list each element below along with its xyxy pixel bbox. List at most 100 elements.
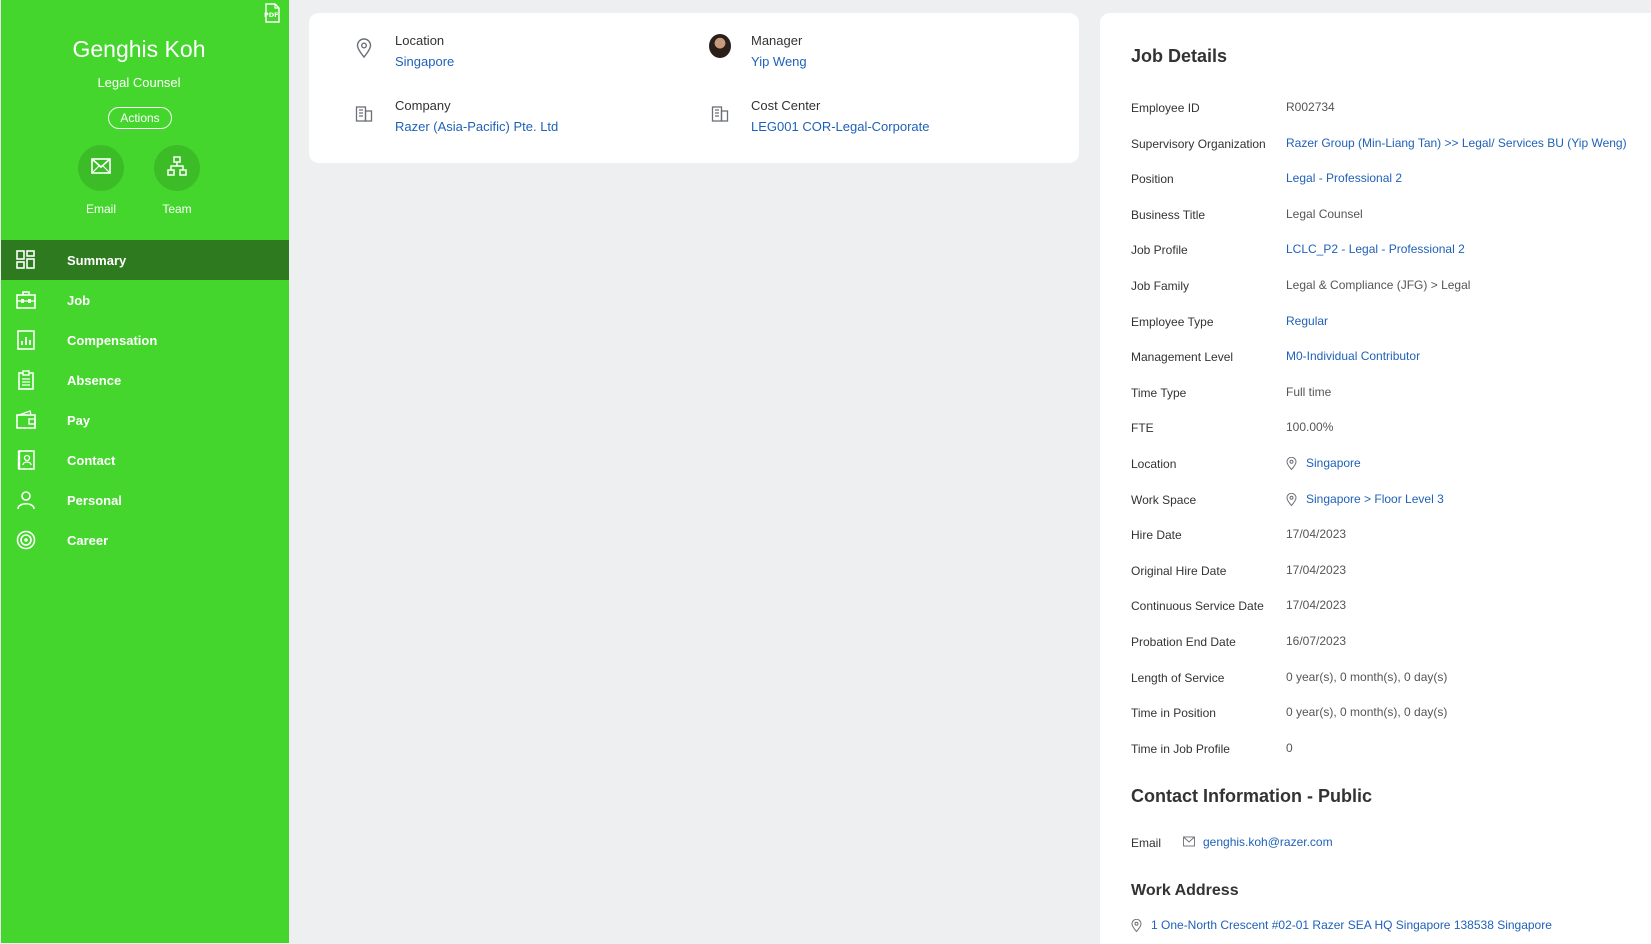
summary-cost-center: Cost Center LEG001 COR-Legal-Corporate [709,98,929,135]
sidebar-item-label: Compensation [67,332,158,348]
detail-value-link[interactable]: Legal - Professional 2 [1286,171,1402,185]
detail-row: Business Title Legal Counsel [1131,207,1651,226]
contact-email-label: Email [1131,836,1162,850]
sidebar-item-job[interactable]: Job [1,280,289,320]
detail-value: Full time [1286,385,1331,399]
sidebar-item-contact[interactable]: Contact [1,440,289,480]
detail-value: Legal & Compliance (JFG) > Legal [1286,278,1470,292]
detail-value-text: Singapore [1306,456,1361,470]
dashboard-grid-icon [15,249,37,271]
contact-email-value: genghis.koh@razer.com [1203,835,1333,849]
summary-manager-link[interactable]: Yip Weng [751,54,807,70]
work-address-row: 1 One-North Crescent #02-01 Razer SEA HQ… [1131,918,1651,937]
detail-value-link[interactable]: Singapore [1286,456,1361,470]
detail-label: Location [1131,457,1177,471]
detail-value: 0 year(s), 0 month(s), 0 day(s) [1286,670,1447,684]
detail-value-link[interactable]: Regular [1286,314,1328,328]
sidebar-item-personal[interactable]: Personal [1,480,289,520]
sidebar-item-compensation[interactable]: Compensation [1,320,289,360]
detail-row: Continuous Service Date 17/04/2023 [1131,598,1651,617]
sidebar-item-pay[interactable]: Pay [1,400,289,440]
detail-row: Supervisory Organization Razer Group (Min… [1131,136,1651,155]
work-address-title: Work Address [1131,882,1239,899]
detail-value: 17/04/2023 [1286,563,1346,577]
sidebar-item-career[interactable]: Career [1,520,289,560]
location-pin-icon [1286,457,1298,470]
detail-value: 16/07/2023 [1286,634,1346,648]
location-pin-icon [353,37,375,59]
contact-info-title: Contact Information - Public [1131,786,1372,806]
summary-location-link[interactable]: Singapore [395,54,454,70]
location-pin-icon [1131,919,1143,932]
detail-value-text: Legal Counsel [1286,206,1363,221]
detail-row: Probation End Date 16/07/2023 [1131,634,1651,653]
actions-button[interactable]: Actions [108,107,172,129]
detail-value-text: Razer Group (Min-Liang Tan) >> Legal/ Se… [1286,135,1627,150]
detail-value: 0 [1286,741,1293,755]
avatar[interactable] [709,34,731,58]
wallet-icon [15,409,37,431]
detail-label: Length of Service [1131,670,1225,685]
contact-email-link[interactable]: genghis.koh@razer.com [1183,835,1333,849]
sidebar-item-label: Contact [67,452,116,468]
detail-value-link[interactable]: Razer Group (Min-Liang Tan) >> Legal/ Se… [1286,136,1627,150]
detail-label: Supervisory Organization [1131,136,1266,151]
target-icon [15,529,37,551]
summary-location-label: Location [395,33,445,48]
sidebar: PDF Genghis Koh Legal Counsel Actions Em… [1,0,289,943]
detail-value-text: 0 [1286,740,1293,755]
detail-value-text: Legal - Professional 2 [1286,171,1403,186]
team-action-button[interactable]: Team [147,145,207,216]
detail-row: Position Legal - Professional 2 [1131,171,1651,190]
job-details-card: Job Details Employee ID R002734 Supervisor… [1100,13,1651,944]
person-icon [15,489,37,511]
summary-cost-center-label: Cost Center [751,98,821,113]
work-address-link[interactable]: 1 One-North Crescent #02-01 Razer SEA HQ… [1131,918,1552,932]
bar-chart-icon [15,329,37,351]
detail-label: Job Family [1131,279,1190,293]
detail-row: Time in Job Profile 0 [1131,741,1651,760]
detail-label: Management Level [1131,350,1234,365]
email-action-button[interactable]: Email [71,145,131,216]
pdf-icon[interactable]: PDF [263,3,281,24]
detail-label: FTE [1131,421,1154,436]
detail-row: Job Family Legal & Compliance (JFG) > Leg… [1131,278,1651,297]
sidebar-item-summary[interactable]: Summary [1,240,289,280]
detail-row: Time in Position 0 year(s), 0 month(s), 0… [1131,705,1651,724]
building-icon [709,102,731,124]
summary-cost-center-link[interactable]: LEG001 COR-Legal-Corporate [751,119,929,135]
summary-card: Location Singapore Manager Yip Weng Comp… [309,13,1079,163]
detail-row: Time Type Full time [1131,385,1651,404]
detail-value-link[interactable]: Singapore > Floor Level 3 [1286,492,1444,506]
detail-value: 17/04/2023 [1286,598,1346,612]
profile-name: Genghis Koh [72,36,206,62]
detail-value-text: Regular [1286,313,1329,328]
sidebar-item-absence[interactable]: Absence [1,360,289,400]
org-chart-icon [167,155,187,181]
detail-row: Original Hire Date 17/04/2023 [1131,563,1651,582]
detail-row: Hire Date 17/04/2023 [1131,527,1651,546]
detail-value-text: Singapore > Floor Level 3 [1306,491,1444,506]
detail-value-text: 17/04/2023 [1286,527,1347,542]
detail-value-text: R002734 [1286,100,1335,114]
location-pin-icon [1286,492,1298,506]
detail-value-text: 100.00% [1286,420,1334,435]
svg-text:PDF: PDF [264,11,279,19]
detail-label: Hire Date [1131,528,1182,543]
detail-value: 100.00% [1286,420,1333,434]
detail-value-link[interactable]: LCLC_P2 - Legal - Professional 2 [1286,242,1465,256]
detail-value-link[interactable]: M0-Individual Contributor [1286,349,1420,363]
detail-label: Probation End Date [1131,635,1236,649]
summary-company-link[interactable]: Razer (Asia-Pacific) Pte. Ltd [395,119,558,135]
summary-company-label: Company [395,98,451,113]
sidebar-item-label: Pay [67,412,91,428]
detail-label: Work Space [1131,492,1197,507]
sidebar-nav: Summary Job Compensation Absence Pay Con… [1,240,289,560]
detail-row: Location Singapore [1131,456,1651,475]
address-book-icon [15,449,37,471]
page: PDF Genghis Koh Legal Counsel Actions Em… [0,0,1651,944]
detail-value: Legal Counsel [1286,207,1363,221]
work-address-value: 1 One-North Crescent #02-01 Razer SEA HQ… [1151,918,1552,932]
detail-label: Time in Position [1131,706,1216,721]
summary-manager-label: Manager [751,33,803,48]
